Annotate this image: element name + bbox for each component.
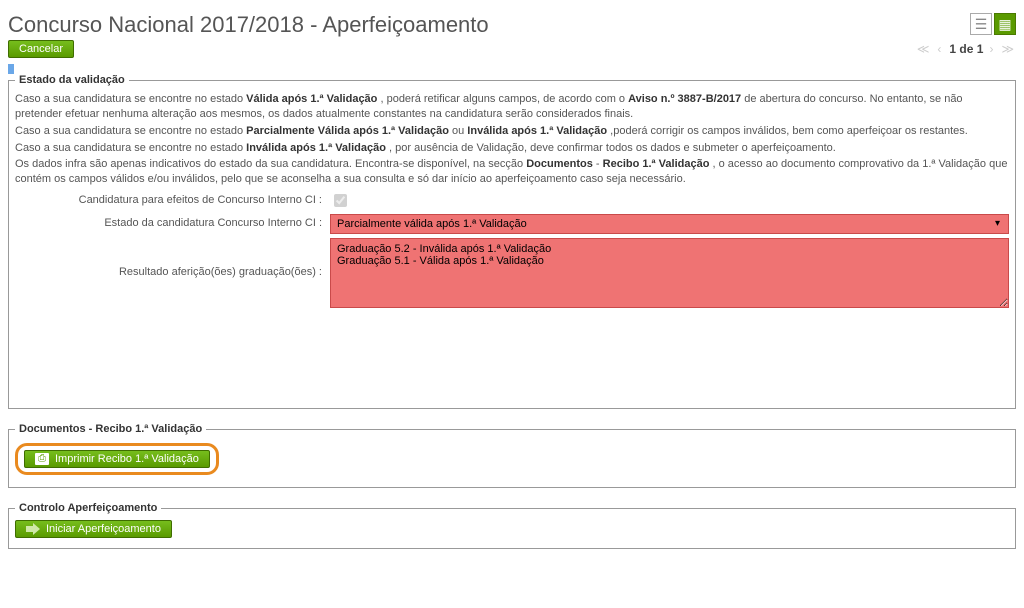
ci-checkbox — [334, 194, 347, 207]
highlight-annotation: ⎙ Imprimir Recibo 1.ª Validação — [15, 443, 219, 475]
page-title: Concurso Nacional 2017/2018 - Aperfeiçoa… — [8, 12, 489, 38]
controlo-legend: Controlo Aperfeiçoamento — [15, 502, 161, 514]
drag-handle-icon — [8, 64, 14, 74]
pager-first-icon[interactable]: ≪ — [917, 42, 932, 56]
documents-fieldset: Documentos - Recibo 1.ª Validação ⎙ Impr… — [8, 423, 1016, 488]
view-toggle: ☰ ▦ — [970, 13, 1016, 35]
form-view-icon[interactable]: ▦ — [994, 13, 1016, 35]
pager-next-icon[interactable]: › — [989, 42, 995, 56]
documents-legend: Documentos - Recibo 1.ª Validação — [15, 423, 206, 435]
resultado-textarea[interactable]: Graduação 5.2 - Inválida após 1.ª Valida… — [330, 238, 1009, 308]
start-improvement-label: Iniciar Aperfeiçoamento — [46, 523, 161, 535]
resultado-label: Resultado aferição(ões) graduação(ões) : — [15, 238, 330, 278]
validation-paragraph-2: Caso a sua candidatura se encontre no es… — [15, 124, 1009, 139]
validation-paragraph-1: Caso a sua candidatura se encontre no es… — [15, 92, 1009, 122]
ci-checkbox-label: Candidatura para efeitos de Concurso Int… — [15, 191, 330, 206]
estado-label: Estado da candidatura Concurso Interno C… — [15, 214, 330, 229]
validation-paragraph-4: Os dados infra são apenas indicativos do… — [15, 157, 1009, 187]
validation-fieldset: Estado da validação Caso a sua candidatu… — [8, 74, 1016, 409]
cancel-button-label: Cancelar — [19, 43, 63, 55]
pager: ≪ ‹ 1 de 1 › ≫ — [917, 42, 1016, 56]
estado-select-value: Parcialmente válida após 1.ª Validação — [337, 218, 527, 230]
pager-text: 1 de 1 — [949, 42, 983, 56]
validation-paragraph-3: Caso a sua candidatura se encontre no es… — [15, 141, 1009, 156]
list-view-icon[interactable]: ☰ — [970, 13, 992, 35]
cancel-button[interactable]: Cancelar — [8, 40, 74, 58]
validation-legend: Estado da validação — [15, 74, 129, 86]
pager-prev-icon[interactable]: ‹ — [937, 42, 943, 56]
pager-last-icon[interactable]: ≫ — [1001, 42, 1016, 56]
print-receipt-button[interactable]: ⎙ Imprimir Recibo 1.ª Validação — [24, 450, 210, 468]
start-improvement-button[interactable]: Iniciar Aperfeiçoamento — [15, 520, 172, 538]
printer-icon: ⎙ — [35, 453, 49, 465]
estado-select[interactable]: Parcialmente válida após 1.ª Validação — [330, 214, 1009, 234]
controlo-fieldset: Controlo Aperfeiçoamento Iniciar Aperfei… — [8, 502, 1016, 549]
arrow-right-icon — [26, 523, 40, 535]
print-receipt-label: Imprimir Recibo 1.ª Validação — [55, 453, 199, 465]
